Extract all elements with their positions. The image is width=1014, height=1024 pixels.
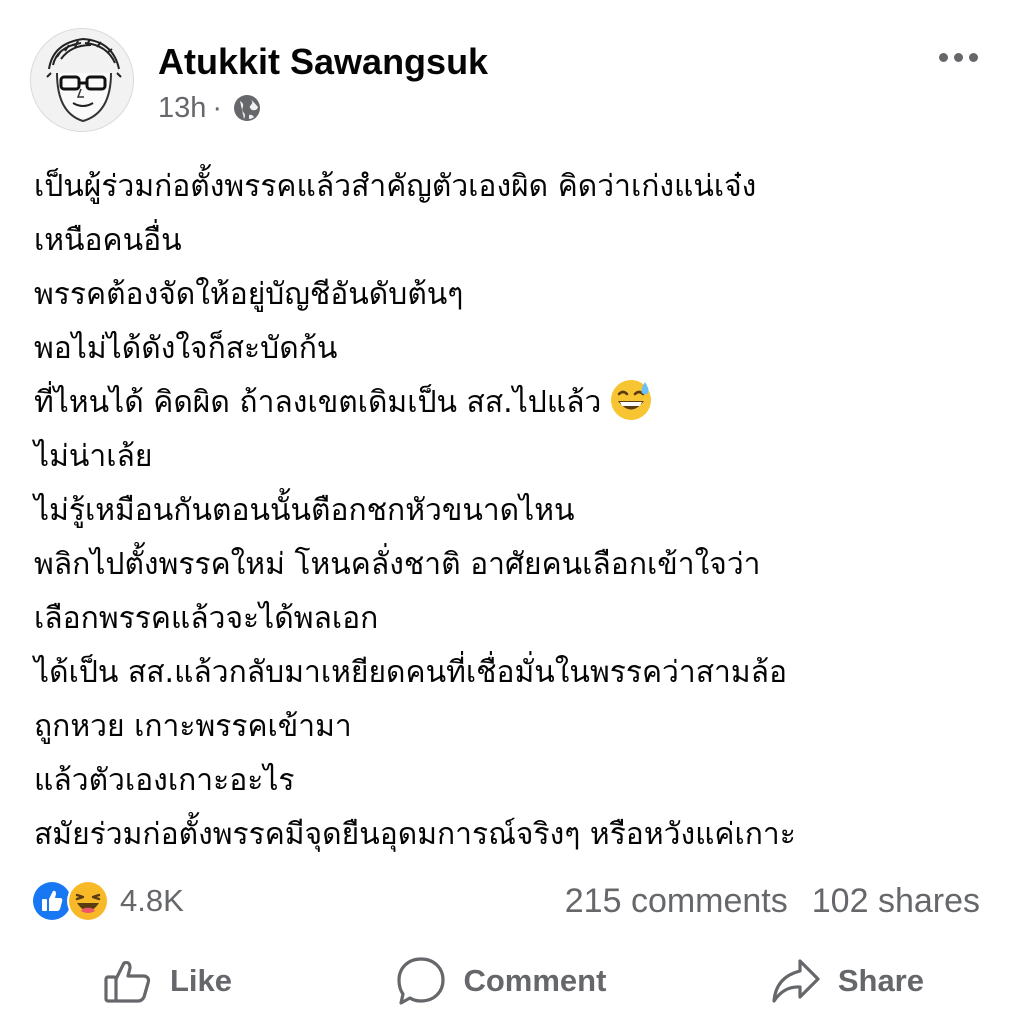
post-line: สมัยร่วมก่อตั้งพรรคมีจุดยืนอุดมการณ์จริง… [34, 817, 796, 852]
share-label: Share [837, 963, 924, 998]
like-button[interactable]: Like [30, 946, 302, 1016]
like-label: Like [170, 963, 233, 998]
post-line: พอไม่ได้ดังใจก็สะบัดก้น [34, 331, 338, 366]
post-line: แล้วตัวเองเกาะอะไร [34, 763, 295, 798]
more-options-icon [953, 52, 963, 62]
share-arrow-icon [770, 955, 822, 1007]
meta-separator: · [212, 91, 223, 124]
post-time[interactable]: 13h [158, 92, 206, 125]
avatar[interactable] [30, 28, 134, 132]
post-line: พรรคต้องจัดให้อยู่บัญชีอันดับต้นๆ [34, 277, 464, 312]
post-line-with-emoji: ที่ไหนได้ คิดผิด ถ้าลงเขตเดิมเป็น สส.ไปแ… [34, 376, 984, 430]
globe-icon [232, 93, 262, 123]
post-line: เลือกพรรคแล้วจะได้พลเอก [34, 601, 379, 636]
more-options-icon [968, 52, 978, 62]
post-line: พลิกไปตั้งพรรคใหม่ โหนคลั่งชาติ อาศัยคนเ… [34, 547, 761, 582]
post-line: ไม่น่าเล้ย [34, 439, 153, 474]
post-line: ได้เป็น สส.แล้วกลับมาเหยียดคนที่เชื่อมั่… [34, 655, 788, 690]
reactions-summary[interactable]: 4.8K [30, 876, 184, 926]
comments-count[interactable]: 215 comments [565, 882, 788, 921]
comment-label: Comment [463, 963, 607, 998]
post-header: Atukkit Sawangsuk 13h · [30, 28, 984, 136]
post-line: ไม่รู้เหมือนกันตอนนั้นตือกชกหัวขนาดไหน [34, 493, 575, 528]
shares-count[interactable]: 102 shares [812, 882, 980, 921]
share-button[interactable]: Share [700, 946, 984, 1016]
post-meta: 13h · [158, 88, 262, 128]
post-line: ถูกหวย เกาะพรรคเข้ามา [34, 709, 352, 744]
more-options-icon [938, 52, 948, 62]
avatar-illustration [31, 29, 133, 131]
engagement-counts: 215 comments 102 shares [565, 876, 980, 926]
grinning-sweat-emoji [609, 378, 653, 422]
post-line: เป็นผู้ร่วมก่อตั้งพรรคแล้วสำคัญตัวเองผิด… [34, 169, 757, 204]
reaction-count: 4.8K [120, 883, 184, 918]
haha-reaction-icon [66, 879, 110, 923]
thumbs-up-icon [102, 955, 154, 1007]
post-actions: Like Comment Share [30, 946, 984, 1016]
post-text: เป็นผู้ร่วมก่อตั้งพรรคแล้วสำคัญตัวเองผิด… [34, 160, 984, 862]
post-stats: 4.8K 215 comments 102 shares [30, 876, 980, 926]
post-line: ที่ไหนได้ คิดผิด ถ้าลงเขตเดิมเป็น สส.ไปแ… [34, 385, 602, 420]
author-name[interactable]: Atukkit Sawangsuk [158, 42, 488, 82]
comment-button[interactable]: Comment [395, 946, 606, 1016]
more-options-button[interactable] [932, 40, 984, 74]
post-line: เหนือคนอื่น [34, 223, 182, 258]
comment-bubble-icon [395, 955, 447, 1007]
